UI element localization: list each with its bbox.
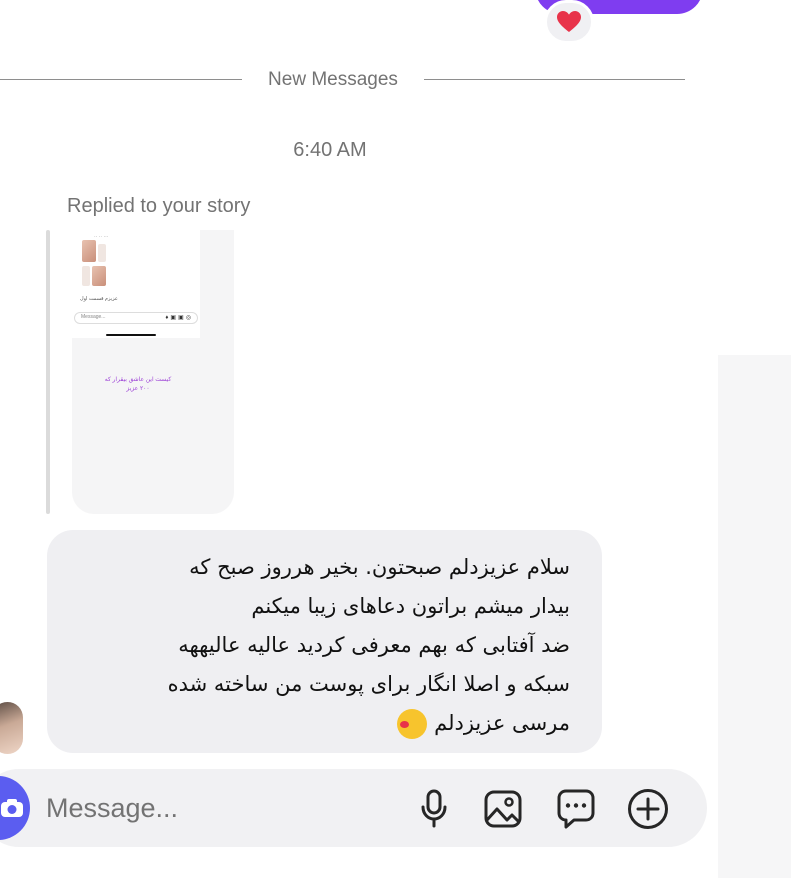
message-input[interactable] [46, 787, 386, 829]
image-icon [484, 790, 522, 828]
voice-message-button[interactable] [412, 787, 456, 831]
new-messages-divider: New Messages [0, 66, 685, 96]
plus-icon [628, 789, 668, 829]
story-text-line: کیست این عاشق بیقرار که [104, 377, 172, 383]
story-preview-thumbnail[interactable]: ·· ·· ··· عزیزم قسمت اول Message... ♦▣▣◎… [72, 230, 234, 514]
sticker-icon [557, 789, 595, 829]
dm-thread-screen: New Messages 6:40 AM Replied to your sto… [0, 0, 791, 878]
story-product-image [82, 240, 96, 262]
side-panel-edge [718, 355, 791, 878]
heart-reaction[interactable] [544, 0, 594, 44]
story-home-indicator [106, 334, 156, 336]
story-text-line: ۲۰۰ عزیز [126, 386, 150, 392]
story-message-bar: Message... ♦▣▣◎ [74, 312, 198, 324]
story-text-overlay: کیست این عاشق بیقرار که ۲۰۰ عزیز [92, 376, 184, 394]
divider-line [424, 79, 685, 80]
message-body: سلام عزیزدلم صبحتون. بخیر هرروز صبح که ب… [167, 555, 570, 735]
heart-icon [557, 11, 581, 32]
message-timestamp: 6:40 AM [293, 139, 367, 161]
story-caption: عزیزم قسمت اول [80, 296, 118, 302]
kissing-face-emoji-icon [397, 709, 428, 739]
story-message-placeholder: Message... [81, 314, 106, 320]
story-product-image [98, 244, 106, 262]
replied-to-story-label: Replied to your story [67, 195, 251, 217]
story-product-image [92, 266, 106, 286]
divider-line [0, 79, 242, 80]
incoming-message-bubble[interactable]: سلام عزیزدلم صبحتون. بخیر هرروز صبح که ب… [47, 530, 602, 753]
story-message-icons: ♦▣▣◎ [165, 315, 193, 321]
incoming-message-text: سلام عزیزدلم صبحتون. بخیر هرروز صبح که ب… [71, 548, 570, 743]
camera-icon [1, 799, 23, 817]
story-product-image [82, 266, 90, 286]
add-button[interactable] [626, 787, 670, 831]
sticker-button[interactable] [554, 787, 598, 831]
new-messages-label: New Messages [268, 69, 398, 90]
story-tiny-header: ·· ·· ··· [94, 234, 109, 240]
gallery-button[interactable] [481, 787, 525, 831]
story-screenshot-area: ·· ·· ··· عزیزم قسمت اول Message... ♦▣▣◎ [72, 230, 200, 338]
sender-avatar[interactable] [0, 702, 23, 754]
story-reply-bar [46, 230, 50, 514]
microphone-icon [421, 789, 447, 828]
